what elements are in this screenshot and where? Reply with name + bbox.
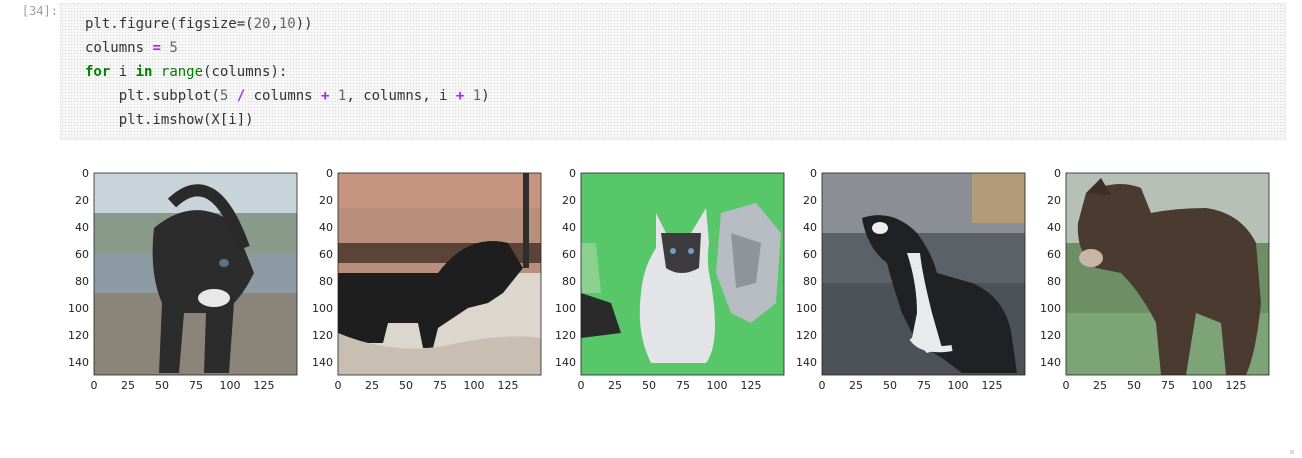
svg-text:140: 140	[555, 356, 576, 369]
svg-text:60: 60	[1047, 248, 1061, 261]
svg-text:0: 0	[335, 379, 342, 392]
svg-text:25: 25	[121, 379, 135, 392]
subplot-4: 0 20 40 60 80 100 120 140 0 25 50 75 100 125	[796, 167, 1026, 392]
svg-text:100: 100	[312, 302, 333, 315]
x-axis-ticks: 0 25 50 75 100 125	[91, 379, 275, 392]
subplot-1: 0 20 40 60 80 100 120 140 0 25 50 75 100 125	[68, 167, 298, 392]
svg-text:140: 140	[1040, 356, 1061, 369]
svg-text:75: 75	[917, 379, 931, 392]
svg-text:120: 120	[68, 329, 89, 342]
image-brown-dog	[1066, 173, 1269, 375]
svg-text:75: 75	[676, 379, 690, 392]
svg-text:40: 40	[1047, 221, 1061, 234]
svg-text:125: 125	[741, 379, 762, 392]
svg-text:0: 0	[819, 379, 826, 392]
svg-text:125: 125	[254, 379, 275, 392]
svg-text:50: 50	[399, 379, 413, 392]
svg-text:50: 50	[883, 379, 897, 392]
svg-text:60: 60	[562, 248, 576, 261]
code-line-5: plt.imshow(X[i])	[85, 112, 254, 128]
code-line-2: columns = 5	[85, 40, 178, 56]
svg-text:80: 80	[1047, 275, 1061, 288]
svg-text:140: 140	[68, 356, 89, 369]
svg-text:100: 100	[796, 302, 817, 315]
resize-handle[interactable]	[1290, 450, 1294, 454]
svg-text:100: 100	[1192, 379, 1213, 392]
svg-text:0: 0	[326, 167, 333, 180]
image-silhouette-dog	[338, 173, 541, 375]
svg-text:25: 25	[608, 379, 622, 392]
svg-text:140: 140	[312, 356, 333, 369]
svg-text:20: 20	[562, 194, 576, 207]
svg-text:20: 20	[75, 194, 89, 207]
svg-text:20: 20	[1047, 194, 1061, 207]
svg-text:120: 120	[1040, 329, 1061, 342]
code-editor[interactable]: plt.figure(figsize=(20,10)) columns = 5 …	[85, 12, 490, 132]
svg-text:40: 40	[75, 221, 89, 234]
svg-text:125: 125	[1226, 379, 1247, 392]
svg-text:25: 25	[1093, 379, 1107, 392]
svg-text:60: 60	[319, 248, 333, 261]
svg-text:120: 120	[796, 329, 817, 342]
svg-text:40: 40	[803, 221, 817, 234]
code-line-4: plt.subplot(5 / columns + 1, columns, i …	[85, 88, 490, 104]
svg-text:75: 75	[1161, 379, 1175, 392]
svg-text:25: 25	[365, 379, 379, 392]
image-siamese-cat	[581, 173, 784, 375]
svg-text:0: 0	[1063, 379, 1070, 392]
svg-text:125: 125	[498, 379, 519, 392]
svg-text:20: 20	[319, 194, 333, 207]
svg-text:80: 80	[562, 275, 576, 288]
svg-text:120: 120	[312, 329, 333, 342]
svg-text:75: 75	[189, 379, 203, 392]
svg-text:100: 100	[68, 302, 89, 315]
svg-text:80: 80	[319, 275, 333, 288]
svg-text:140: 140	[796, 356, 817, 369]
svg-text:50: 50	[642, 379, 656, 392]
subplot-3: 0 20 40 60 80 100 120 140 0 25 50 75 100 125	[555, 167, 785, 392]
svg-text:50: 50	[1127, 379, 1141, 392]
svg-text:100: 100	[707, 379, 728, 392]
svg-text:125: 125	[982, 379, 1003, 392]
code-line-3: for i in range(columns):	[85, 64, 288, 80]
image-black-white-dog	[822, 173, 1025, 375]
svg-text:40: 40	[319, 221, 333, 234]
svg-text:80: 80	[75, 275, 89, 288]
image-dark-dog	[94, 173, 297, 375]
svg-text:60: 60	[75, 248, 89, 261]
svg-text:100: 100	[1040, 302, 1061, 315]
input-prompt: [34]:	[21, 4, 58, 18]
svg-text:80: 80	[803, 275, 817, 288]
svg-text:75: 75	[433, 379, 447, 392]
svg-text:0: 0	[1054, 167, 1061, 180]
svg-text:25: 25	[849, 379, 863, 392]
svg-text:0: 0	[578, 379, 585, 392]
svg-text:100: 100	[948, 379, 969, 392]
code-cell[interactable]: plt.figure(figsize=(20,10)) columns = 5 …	[60, 3, 1286, 140]
svg-text:40: 40	[562, 221, 576, 234]
svg-text:0: 0	[569, 167, 576, 180]
svg-text:100: 100	[464, 379, 485, 392]
svg-text:120: 120	[555, 329, 576, 342]
svg-text:0: 0	[91, 379, 98, 392]
code-line-1: plt.figure(figsize=(20,10))	[85, 16, 313, 32]
svg-text:0: 0	[82, 167, 89, 180]
subplot-2: 0 20 40 60 80 100 120 140 0 25 50 75 100 125	[312, 167, 542, 392]
svg-text:100: 100	[555, 302, 576, 315]
svg-text:100: 100	[220, 379, 241, 392]
svg-text:60: 60	[803, 248, 817, 261]
svg-text:50: 50	[155, 379, 169, 392]
svg-text:20: 20	[803, 194, 817, 207]
y-axis-ticks: 0 20 40 60 80 100 120 140	[68, 167, 89, 369]
svg-text:0: 0	[810, 167, 817, 180]
subplot-5: 0 20 40 60 80 100 120 140 0 25 50 75 100 125	[1040, 167, 1270, 392]
